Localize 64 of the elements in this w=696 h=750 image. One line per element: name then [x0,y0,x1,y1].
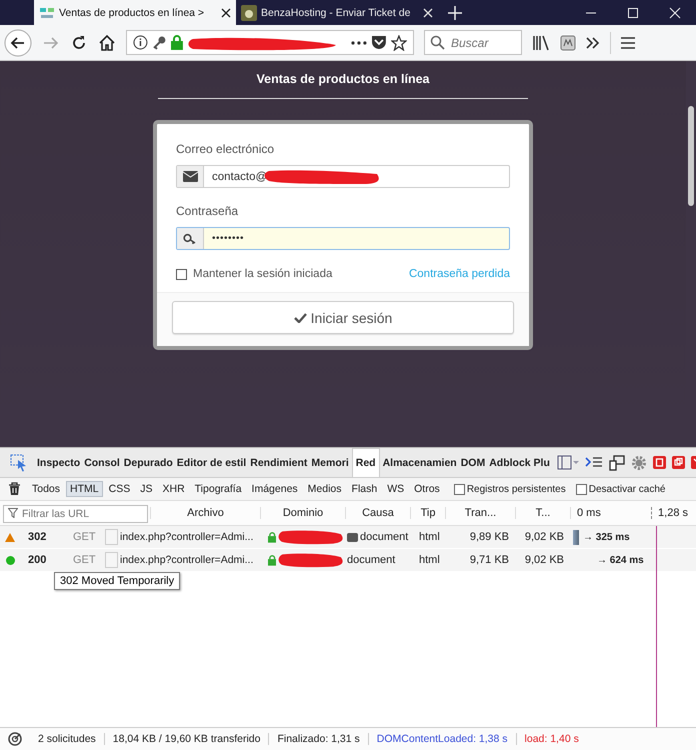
filter-button[interactable]: Medios [304,481,346,497]
duration-label: → 624 ms [597,554,644,566]
devtools-tab[interactable]: Adblock Plu [488,448,551,477]
cause-cell: document [360,531,408,543]
search-field[interactable]: Buscar [424,30,522,55]
column-header[interactable]: Causa [345,507,410,519]
status-text: 18,04 KB / 19,60 KB transferido [104,733,268,745]
column-header[interactable]: Archivo [150,507,260,519]
filter-button[interactable]: Flash [348,481,382,497]
timeline-marker-label: 1,28 s [651,507,688,519]
browser-tab[interactable]: Ventas de productos en línea > [34,0,236,25]
field-label: Correo electrónico [176,142,276,156]
column-header[interactable]: Dominio [260,507,345,519]
devtools-tab[interactable]: Rendimient [249,448,308,477]
duration-label: → 325 ms [583,532,630,542]
status-code: 200 [27,554,48,566]
filter-button[interactable]: JS [136,481,156,497]
filter-button[interactable]: Imágenes [248,481,302,497]
devtools-tab[interactable]: Consol [83,448,121,477]
type-cell-text: html [418,554,441,566]
status-text: Finalizado: 1,31 s [268,733,368,745]
page-title: Ventas de productos en línea [256,72,430,86]
devtools-tab[interactable]: Inspecto [36,448,82,477]
filter-button[interactable]: Todos [28,481,64,497]
checkbox-label: Desactivar caché [588,484,666,494]
column-header[interactable]: T... [515,507,570,519]
column-header[interactable]: 0 ms [571,507,601,519]
file-cell: index.php?controller=Admi... [120,554,254,566]
filter-button[interactable]: WS [383,481,408,497]
status-text: load: 1,40 s [516,733,587,745]
devtools-tab[interactable]: Red [352,448,380,477]
type-cell-text: html [418,531,441,543]
devtools-tab[interactable]: DOM [460,448,486,477]
size-cell-text: 9,02 KB [524,531,565,543]
filter-button[interactable]: Tipografía [190,481,246,497]
field-label: Contraseña [176,204,240,218]
filter-field[interactable]: Filtrar las URL [3,505,148,523]
filter-button[interactable]: Otros [410,481,444,497]
status-code: 302 [27,531,48,543]
method-cell-text: GET [72,531,97,543]
devtools-tab[interactable]: Depurado [122,448,174,477]
filter-button[interactable]: HTML [66,481,103,497]
transferred-cell-text: 9,71 KB [468,554,510,566]
devtools-tab[interactable]: Editor de estil [176,448,248,477]
tooltip: 302 Moved Temporarily [54,572,180,590]
browser-tab[interactable]: BenzaHosting - Enviar Ticket de [236,0,438,25]
checkbox-label: Registros persistentes [466,484,566,494]
transferred-cell-text: 9,89 KB [468,531,510,543]
devtools-tab[interactable]: Memori [310,448,350,477]
column-header[interactable]: Tran... [445,507,515,519]
cause-cell: document [347,554,396,566]
method-cell-text: GET [72,554,97,566]
file-cell: index.php?controller=Admi... [120,531,254,543]
column-header[interactable]: Tip [410,507,445,519]
status-text: 2 solicitudes [37,733,97,745]
devtools-tab[interactable]: Almacenamien [382,448,458,477]
login-button[interactable]: Iniciar sesión [172,301,514,334]
status-text: DOMContentLoaded: 1,38 s [368,733,516,745]
password-field[interactable]: •••••••• [176,227,510,250]
size-cell-text: 9,02 KB [524,554,565,566]
checkbox-label: Mantener la sesión iniciada [193,268,332,280]
email-field[interactable]: contacto@ [176,165,510,188]
filter-button[interactable]: CSS [104,481,134,497]
filter-button[interactable]: XHR [158,481,189,497]
